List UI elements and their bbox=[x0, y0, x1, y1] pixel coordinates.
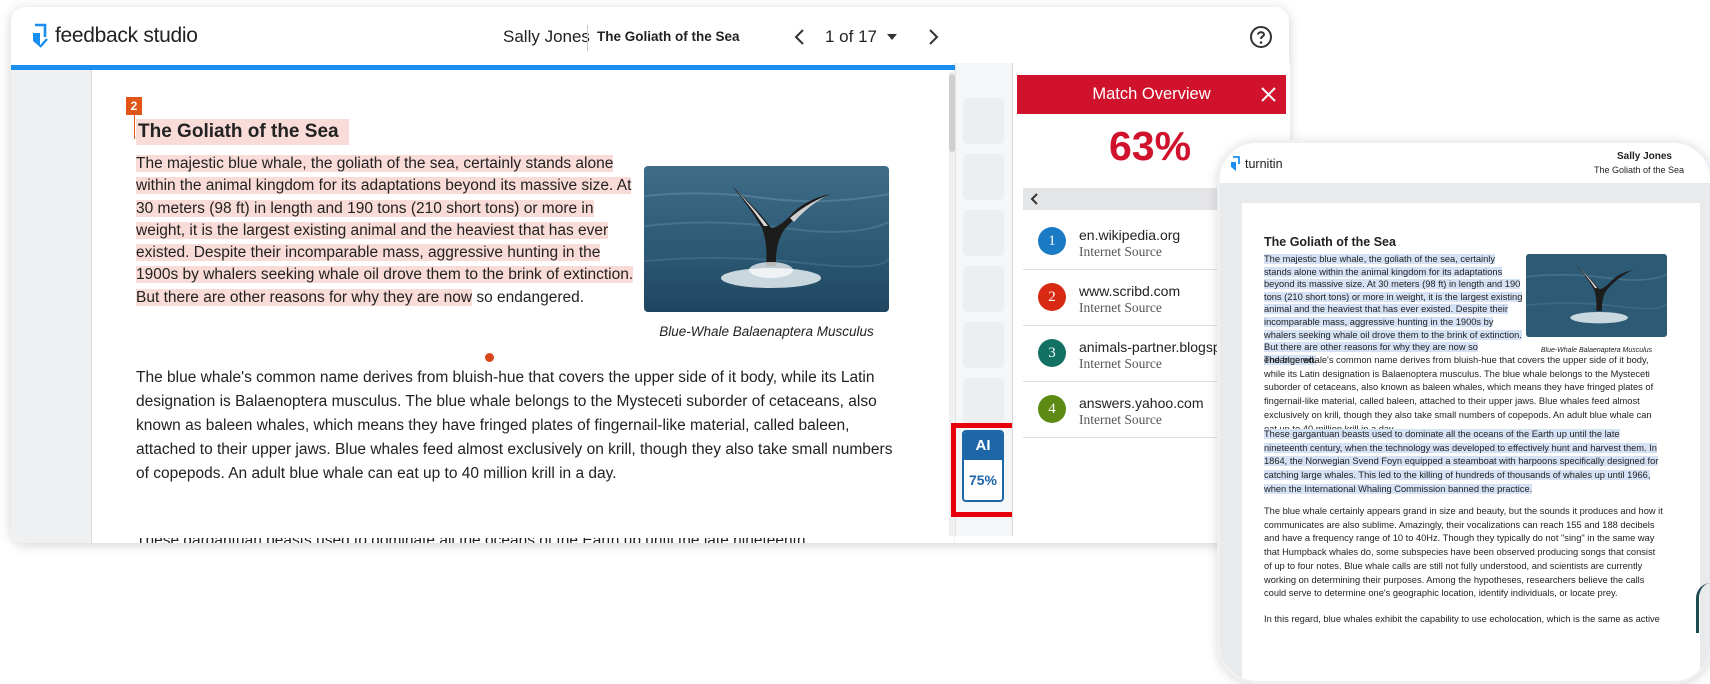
turnitin-header: turnitin Sally Jones The Goliath of the … bbox=[1220, 143, 1710, 183]
header-divider bbox=[587, 25, 588, 51]
turnitin-document-title: The Goliath of the Sea bbox=[1264, 235, 1396, 249]
source-type: Internet Source bbox=[1079, 244, 1162, 259]
document-paragraph-3-partial: These gargantuan beasts used to dominate… bbox=[136, 538, 896, 543]
tool-button-6[interactable] bbox=[963, 378, 1004, 424]
image-caption: Blue-Whale Balaenaptera Musculus bbox=[659, 324, 874, 339]
source-name: en.wikipedia.org bbox=[1079, 227, 1181, 243]
tool-button-5[interactable] bbox=[963, 322, 1004, 368]
turnitin-report-view: turnitin Sally Jones The Goliath of the … bbox=[1217, 140, 1710, 684]
turnitin-paragraph-5-partial: In this regard, blue whales exhibit the … bbox=[1264, 614, 1660, 624]
help-icon[interactable] bbox=[1249, 25, 1273, 49]
ai-percent: 75% bbox=[968, 472, 998, 488]
unmatched-text: so endangered. bbox=[472, 288, 585, 306]
turnitin-paragraph-4: The blue whale certainly appears grand i… bbox=[1264, 506, 1663, 599]
next-paper-chevron-right-icon[interactable] bbox=[922, 26, 944, 48]
ai-label: AI bbox=[964, 432, 1002, 460]
source-name: animals-partner.blogsp... bbox=[1079, 339, 1233, 355]
top-bar: feedback studio Sally Jones The Goliath … bbox=[11, 7, 1289, 65]
source-number-badge: 3 bbox=[1038, 339, 1066, 367]
source-name: answers.yahoo.com bbox=[1079, 395, 1204, 411]
document-paragraph-2: The blue whale's common name derives fro… bbox=[136, 369, 893, 482]
match-number-marker[interactable]: 2 bbox=[126, 97, 142, 115]
source-type: Internet Source bbox=[1079, 356, 1162, 371]
matched-text-highlight[interactable]: The majestic blue whale, the goliath of … bbox=[136, 155, 634, 306]
feedback-studio-logo: feedback studio bbox=[31, 23, 198, 49]
chevron-left-icon[interactable] bbox=[1028, 192, 1042, 206]
turnitin-student-name: Sally Jones bbox=[1616, 151, 1672, 162]
match-end-marker bbox=[485, 353, 494, 362]
ai-text-highlight[interactable]: These gargantuan beasts used to dominate… bbox=[1264, 429, 1659, 494]
ai-text-highlight[interactable]: The majestic blue whale, the goliath of … bbox=[1264, 254, 1523, 365]
turnitin-logo-text: turnitin bbox=[1245, 157, 1283, 171]
turnitin-paragraph-1: The majestic blue whale, the goliath of … bbox=[1264, 253, 1524, 366]
source-name: www.scribd.com bbox=[1079, 283, 1181, 299]
document-paragraph-1: The majestic blue whale, the goliath of … bbox=[136, 153, 636, 309]
turnitin-paper-title: The Goliath of the Sea bbox=[1593, 165, 1684, 175]
turnitin-logo: turnitin bbox=[1230, 156, 1283, 172]
document-title: The Goliath of the Sea bbox=[136, 119, 349, 145]
student-name: Sally Jones bbox=[503, 27, 590, 46]
source-type: Internet Source bbox=[1079, 300, 1162, 315]
turnitin-paragraph-3: These gargantuan beasts used to dominate… bbox=[1264, 428, 1664, 497]
source-number-badge: 2 bbox=[1038, 283, 1066, 311]
tool-button-2[interactable] bbox=[963, 154, 1004, 200]
previous-paper-chevron-left-icon[interactable] bbox=[789, 26, 811, 48]
turnitin-panel-edge bbox=[1696, 583, 1710, 633]
match-overview-header: Match Overview bbox=[1017, 75, 1286, 114]
source-type: Internet Source bbox=[1079, 412, 1162, 427]
source-number-badge: 1 bbox=[1038, 227, 1066, 255]
turnitin-logo-icon bbox=[1231, 156, 1240, 171]
caret-down-icon[interactable] bbox=[887, 34, 897, 40]
paper-index-dropdown[interactable]: 1 of 17 bbox=[825, 27, 877, 47]
feedback-studio-logo-icon bbox=[33, 23, 48, 48]
turnitin-whale-tail-image bbox=[1526, 254, 1667, 337]
tool-button-1[interactable] bbox=[963, 98, 1004, 144]
close-icon[interactable] bbox=[1260, 86, 1277, 103]
turnitin-paragraph-2: The blue whale's common name derives fro… bbox=[1264, 355, 1654, 434]
match-start-marker bbox=[134, 115, 135, 139]
turnitin-image-caption: Blue-Whale Balaenaptera Musculus bbox=[1540, 347, 1653, 354]
whale-tail-image bbox=[644, 166, 889, 312]
ai-writing-indicator-button[interactable]: AI 75% bbox=[962, 430, 1004, 502]
source-number-badge: 4 bbox=[1038, 395, 1066, 423]
tool-button-3[interactable] bbox=[963, 210, 1004, 256]
paper-title: The Goliath of the Sea bbox=[597, 29, 740, 44]
logo-text: feedback studio bbox=[55, 24, 198, 47]
tool-button-4[interactable] bbox=[963, 266, 1004, 312]
match-overview-title: Match Overview bbox=[1092, 85, 1211, 103]
